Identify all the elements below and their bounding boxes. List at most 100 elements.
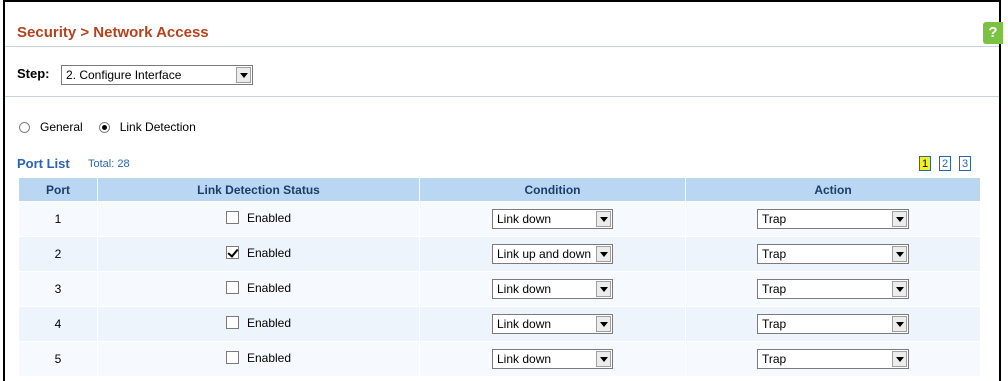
chevron-down-icon xyxy=(892,316,907,332)
table-row: 3 Enabled Link down Trap xyxy=(18,271,981,307)
chevron-down-icon xyxy=(596,281,611,297)
condition-value: Link up and down xyxy=(497,247,592,261)
step-row: Step: 2. Configure Interface xyxy=(5,56,999,97)
enabled-checkbox[interactable] xyxy=(225,211,239,225)
title-bar: Security > Network Access ? xyxy=(5,14,1003,47)
page-title: Security > Network Access xyxy=(17,24,209,41)
port-number: 3 xyxy=(18,271,98,307)
pager: 1 2 3 xyxy=(919,156,971,171)
main-panel: Security > Network Access ? Step: 2. Con… xyxy=(3,0,1003,381)
enabled-checkbox-wrap: Enabled xyxy=(225,210,292,225)
action-value: Trap xyxy=(762,352,787,366)
status-cell: Enabled xyxy=(97,341,420,377)
port-list-title: Port List xyxy=(17,156,70,171)
step-select-value: 2. Configure Interface xyxy=(66,68,182,82)
enabled-checkbox[interactable] xyxy=(225,316,239,330)
column-link-detection-status: Link Detection Status xyxy=(97,177,420,202)
step-select[interactable]: 2. Configure Interface xyxy=(61,65,253,85)
enabled-checkbox[interactable] xyxy=(225,351,239,365)
action-value: Trap xyxy=(762,317,787,331)
action-select[interactable]: Trap xyxy=(757,279,909,299)
action-select-wrap: Trap xyxy=(757,349,909,369)
condition-value: Link down xyxy=(497,212,552,226)
table-row: 4 Enabled Link down Trap xyxy=(18,306,981,342)
condition-value: Link down xyxy=(497,352,552,366)
status-cell: Enabled xyxy=(97,306,420,342)
action-select[interactable]: Trap xyxy=(757,209,909,229)
enabled-checkbox[interactable] xyxy=(225,246,239,260)
condition-select[interactable]: Link down xyxy=(492,349,613,369)
chevron-down-icon xyxy=(236,67,251,83)
port-number: 2 xyxy=(18,236,98,272)
table-header-row: Port Link Detection Status Condition Act… xyxy=(18,177,981,202)
chevron-down-icon xyxy=(596,351,611,367)
condition-select[interactable]: Link up and down xyxy=(492,244,613,264)
enabled-label: Enabled xyxy=(246,315,292,330)
port-number: 4 xyxy=(18,306,98,342)
page-1-link[interactable]: 1 xyxy=(919,156,931,171)
condition-cell: Link down xyxy=(419,306,686,342)
status-cell: Enabled xyxy=(97,201,420,237)
action-select[interactable]: Trap xyxy=(757,349,909,369)
enabled-checkbox-wrap: Enabled xyxy=(225,350,292,365)
enabled-checkbox-wrap: Enabled xyxy=(225,280,292,295)
action-select-wrap: Trap xyxy=(757,209,909,229)
condition-select-wrap: Link down xyxy=(492,314,613,334)
mode-radio-group: General Link Detection xyxy=(19,120,212,134)
action-cell: Trap xyxy=(685,271,981,307)
help-icon[interactable]: ? xyxy=(983,22,1003,44)
condition-cell: Link down xyxy=(419,341,686,377)
chevron-down-icon xyxy=(892,351,907,367)
chevron-down-icon xyxy=(892,211,907,227)
enabled-checkbox[interactable] xyxy=(225,281,239,295)
condition-select-wrap: Link down xyxy=(492,279,613,299)
column-action: Action xyxy=(685,177,981,202)
enabled-label: Enabled xyxy=(246,210,292,225)
chevron-down-icon xyxy=(892,281,907,297)
condition-cell: Link down xyxy=(419,271,686,307)
action-select-wrap: Trap xyxy=(757,279,909,299)
port-total: Total: 28 xyxy=(88,158,130,170)
enabled-label: Enabled xyxy=(246,280,292,295)
chevron-down-icon xyxy=(596,316,611,332)
radio-general[interactable] xyxy=(19,121,30,133)
port-number: 5 xyxy=(18,341,98,377)
enabled-label: Enabled xyxy=(246,245,292,260)
chevron-down-icon xyxy=(892,246,907,262)
action-select[interactable]: Trap xyxy=(757,244,909,264)
table-row: 2 Enabled Link up and down Trap xyxy=(18,236,981,272)
action-value: Trap xyxy=(762,247,787,261)
radio-general-label: General xyxy=(40,120,83,134)
action-select-wrap: Trap xyxy=(757,244,909,264)
condition-cell: Link down xyxy=(419,201,686,237)
radio-link-detection[interactable] xyxy=(98,121,110,133)
chevron-down-icon xyxy=(596,246,611,262)
condition-select[interactable]: Link down xyxy=(492,209,613,229)
condition-cell: Link up and down xyxy=(419,236,686,272)
table-row: 1 Enabled Link down Trap xyxy=(18,201,981,237)
enabled-label: Enabled xyxy=(246,350,292,365)
chevron-down-icon xyxy=(596,211,611,227)
condition-select[interactable]: Link down xyxy=(492,279,613,299)
action-select[interactable]: Trap xyxy=(757,314,909,334)
action-cell: Trap xyxy=(685,236,981,272)
action-value: Trap xyxy=(762,212,787,226)
step-label: Step: xyxy=(17,66,50,81)
action-cell: Trap xyxy=(685,201,981,237)
condition-value: Link down xyxy=(497,282,552,296)
page-2-link[interactable]: 2 xyxy=(939,156,951,171)
action-cell: Trap xyxy=(685,306,981,342)
status-cell: Enabled xyxy=(97,236,420,272)
action-select-wrap: Trap xyxy=(757,314,909,334)
port-number: 1 xyxy=(18,201,98,237)
column-port: Port xyxy=(18,177,98,202)
enabled-checkbox-wrap: Enabled xyxy=(225,245,292,260)
action-value: Trap xyxy=(762,282,787,296)
condition-select-wrap: Link down xyxy=(492,209,613,229)
page-3-link[interactable]: 3 xyxy=(959,156,971,171)
condition-select[interactable]: Link down xyxy=(492,314,613,334)
table-row: 5 Enabled Link down Trap xyxy=(18,341,981,377)
port-table: Port Link Detection Status Condition Act… xyxy=(18,177,981,377)
action-cell: Trap xyxy=(685,341,981,377)
column-condition: Condition xyxy=(419,177,686,202)
